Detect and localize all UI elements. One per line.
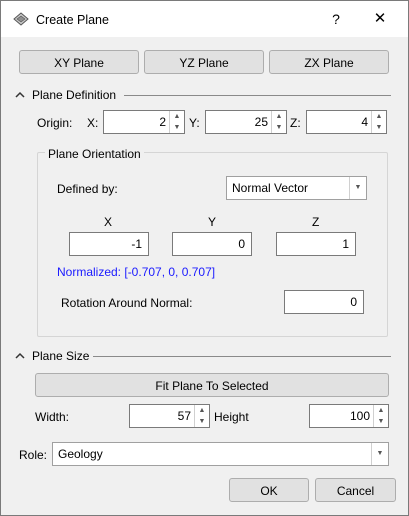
- origin-x-stepper[interactable]: ▲ ▼: [169, 111, 184, 133]
- ok-button[interactable]: OK: [229, 478, 309, 502]
- role-value: Geology: [58, 447, 103, 461]
- origin-z-spinbox[interactable]: 4 ▲ ▼: [306, 110, 387, 134]
- collapse-chevron-icon[interactable]: [15, 90, 25, 100]
- cancel-button[interactable]: Cancel: [315, 478, 396, 502]
- role-select[interactable]: Geology ▼: [52, 442, 389, 466]
- vector-y-header: Y: [208, 215, 217, 229]
- rotation-label: Rotation Around Normal:: [61, 296, 193, 310]
- spin-down-icon[interactable]: ▼: [170, 122, 184, 133]
- height-stepper[interactable]: ▲ ▼: [373, 405, 388, 427]
- origin-x-label: X:: [87, 116, 99, 130]
- xy-plane-button[interactable]: XY Plane: [19, 50, 139, 74]
- spin-down-icon[interactable]: ▼: [195, 416, 209, 427]
- spin-down-icon[interactable]: ▼: [374, 416, 388, 427]
- spin-up-icon[interactable]: ▲: [170, 111, 184, 122]
- spin-down-icon[interactable]: ▼: [272, 122, 286, 133]
- width-stepper[interactable]: ▲ ▼: [194, 405, 209, 427]
- section-divider: [93, 356, 391, 357]
- spin-up-icon[interactable]: ▲: [272, 111, 286, 122]
- normal-x-input[interactable]: -1: [69, 232, 149, 256]
- plane-definition-header: Plane Definition: [32, 88, 117, 102]
- spin-up-icon[interactable]: ▲: [195, 405, 209, 416]
- plane-size-header: Plane Size: [32, 349, 90, 363]
- chevron-down-icon[interactable]: ▼: [349, 177, 366, 199]
- defined-by-label: Defined by:: [57, 182, 118, 196]
- normal-y-value: 0: [238, 237, 245, 251]
- chevron-down-icon[interactable]: ▼: [371, 443, 388, 465]
- width-label: Width:: [35, 410, 70, 424]
- help-button[interactable]: ?: [323, 7, 349, 31]
- collapse-chevron-icon[interactable]: [15, 351, 25, 361]
- width-spinbox[interactable]: 57 ▲ ▼: [129, 404, 210, 428]
- origin-x-value: 2: [159, 115, 166, 129]
- origin-y-spinbox[interactable]: 25 ▲ ▼: [205, 110, 287, 134]
- normal-z-value: 1: [342, 237, 349, 251]
- origin-y-value: 25: [254, 115, 268, 129]
- height-value: 100: [349, 409, 370, 423]
- height-spinbox[interactable]: 100 ▲ ▼: [309, 404, 389, 428]
- origin-y-label: Y:: [189, 116, 200, 130]
- title-bar: Create Plane ? ✕: [1, 1, 408, 37]
- zx-plane-button[interactable]: ZX Plane: [269, 50, 389, 74]
- window-title: Create Plane: [36, 13, 109, 27]
- rotation-value: 0: [350, 295, 357, 309]
- vector-x-header: X: [104, 215, 113, 229]
- rotation-input[interactable]: 0: [284, 290, 364, 314]
- fit-plane-button[interactable]: Fit Plane To Selected: [35, 373, 389, 397]
- role-label: Role:: [19, 448, 48, 462]
- origin-label: Origin:: [37, 116, 73, 130]
- section-divider: [124, 95, 391, 96]
- spin-up-icon[interactable]: ▲: [374, 405, 388, 416]
- origin-z-stepper[interactable]: ▲ ▼: [371, 111, 386, 133]
- origin-z-value: 4: [361, 115, 368, 129]
- vector-z-header: Z: [312, 215, 320, 229]
- close-button[interactable]: ✕: [365, 7, 395, 31]
- spin-up-icon[interactable]: ▲: [372, 111, 386, 122]
- normalized-vector-text: Normalized: [-0.707, 0, 0.707]: [57, 265, 216, 279]
- origin-x-spinbox[interactable]: 2 ▲ ▼: [103, 110, 185, 134]
- yz-plane-button[interactable]: YZ Plane: [144, 50, 264, 74]
- height-label: Height: [214, 410, 249, 424]
- width-value: 57: [177, 409, 191, 423]
- normal-x-value: -1: [131, 237, 142, 251]
- normal-z-input[interactable]: 1: [276, 232, 356, 256]
- normal-y-input[interactable]: 0: [172, 232, 252, 256]
- defined-by-value: Normal Vector: [232, 181, 309, 195]
- defined-by-select[interactable]: Normal Vector ▼: [226, 176, 367, 200]
- origin-z-label: Z:: [290, 116, 301, 130]
- spin-down-icon[interactable]: ▼: [372, 122, 386, 133]
- plane-orientation-header: Plane Orientation: [45, 147, 144, 161]
- origin-y-stepper[interactable]: ▲ ▼: [271, 111, 286, 133]
- create-plane-dialog: Create Plane ? ✕ XY Plane YZ Plane ZX Pl…: [0, 0, 409, 516]
- plane-icon: [13, 12, 29, 26]
